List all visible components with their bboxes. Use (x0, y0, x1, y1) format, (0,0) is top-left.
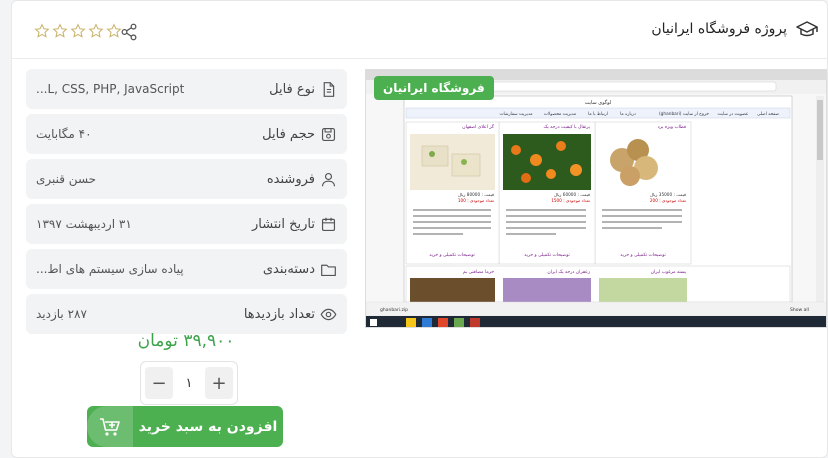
detail-value: ...L, CSS, PHP, JavaScript (36, 82, 185, 96)
detail-row-file-size: حجم فایل ۴۰ مگابایت (26, 114, 347, 154)
detail-row-seller: فروشنده حسن قنبری (26, 159, 347, 199)
svg-text:مدیریت محصولات: مدیریت محصولات (544, 112, 576, 117)
svg-text:ارتباط با ما: ارتباط با ما (588, 112, 608, 117)
user-icon (321, 172, 336, 186)
svg-text:ghanbari.zip: ghanbari.zip (380, 307, 408, 313)
star-icon[interactable] (34, 23, 50, 39)
page-title: پروژه فروشگاه ایرانیان (651, 21, 787, 37)
detail-label: دسته‌بندی (262, 261, 315, 277)
preview-product-2: پرتقال با کیفیت درجه یک قیمت : 60000 ریا… (498, 121, 596, 265)
cart-plus-icon (87, 406, 133, 447)
svg-text:توضیحات تکمیلی و خرید: توضیحات تکمیلی و خرید (429, 252, 475, 258)
detail-row-file-type: نوع فایل ...L, CSS, PHP, JavaScript (26, 69, 347, 109)
increase-quantity-button[interactable]: + (204, 367, 233, 399)
share-icon[interactable] (120, 23, 138, 41)
svg-text:درباره ما: درباره ما (620, 112, 636, 117)
svg-text:خروج از سایت (ghanbari): خروج از سایت (ghanbari) (659, 111, 709, 117)
svg-text:پسته مرغوب ایران: پسته مرغوب ایران (651, 270, 687, 275)
detail-label: نوع فایل (269, 81, 315, 97)
svg-text:قیمت : 60000 ریال: قیمت : 60000 ریال (554, 192, 590, 197)
detail-value: ۲۸۷ بازدید (36, 307, 87, 321)
svg-text:قیمت : 80000 ریال: قیمت : 80000 ریال (458, 192, 494, 197)
detail-row-publish-date: تاریخ انتشار ۳۱ اردیبهشت ۱۳۹۷ (26, 204, 347, 244)
folder-icon (321, 264, 336, 276)
svg-text:صفحه اصلی: صفحه اصلی (757, 112, 779, 117)
svg-text:گز اعلای اصفهان: گز اعلای اصفهان (462, 123, 495, 130)
svg-text:زعفران درجه یک ایران: زعفران درجه یک ایران (547, 269, 590, 275)
product-card: پروژه فروشگاه ایرانیان نوع فایل ...L, CS… (11, 0, 828, 458)
add-to-cart-button[interactable]: افزودن به سبد خرید (87, 406, 283, 447)
detail-value: ۴۰ مگابایت (36, 127, 92, 141)
preview-site-title: لوگوی سایت (585, 99, 612, 106)
calendar-icon (321, 217, 336, 231)
svg-text:Show all: Show all (790, 307, 809, 313)
svg-text:مدیریت سفارشات: مدیریت سفارشات (499, 112, 532, 117)
detail-row-category[interactable]: دسته‌بندی پیاده سازی سیستم های اط... (26, 249, 347, 289)
detail-label: تعداد بازدیدها (243, 306, 315, 322)
preview-screenshot: لوگوی سایت صفحه اصلی عضویت در سایت خروج … (366, 70, 826, 327)
detail-label: تاریخ انتشار (252, 216, 315, 232)
quantity-value[interactable]: ۱ (186, 376, 193, 391)
preview-badge: فروشگاه ایرانیان (374, 76, 494, 100)
svg-text:عضویت در سایت: عضویت در سایت (718, 112, 749, 117)
svg-text:پرتقال با کیفیت درجه یک: پرتقال با کیفیت درجه یک (544, 124, 591, 130)
product-preview-image[interactable]: لوگوی سایت صفحه اصلی عضویت در سایت خروج … (365, 69, 827, 328)
graduation-cap-icon (796, 21, 818, 37)
product-price: ۳۹,۹۰۰ تومان (137, 331, 235, 351)
quantity-stepper[interactable]: − ۱ + (140, 361, 238, 405)
detail-label: حجم فایل (262, 126, 315, 142)
svg-text:تعداد موجودی : 100: تعداد موجودی : 100 (458, 198, 495, 203)
eye-icon (320, 308, 337, 320)
rating-stars[interactable] (34, 23, 122, 39)
svg-text:تعداد موجودی : 200: تعداد موجودی : 200 (650, 198, 687, 203)
detail-value: حسن قنبری (36, 172, 97, 186)
title-wrap: پروژه فروشگاه ایرانیان (651, 19, 819, 39)
svg-text:قیمت : 35000 ریال: قیمت : 35000 ریال (650, 192, 686, 197)
star-icon[interactable] (52, 23, 68, 39)
detail-label: فروشنده (266, 171, 315, 187)
svg-text:خرما مضافتی بم: خرما مضافتی بم (463, 270, 494, 275)
add-to-cart-label: افزودن به سبد خرید (138, 418, 278, 435)
detail-value: ۳۱ اردیبهشت ۱۳۹۷ (36, 217, 132, 231)
preview-product-3: گز اعلای اصفهان قیمت : 80000 ریال تعداد … (405, 121, 500, 265)
star-icon[interactable] (88, 23, 104, 39)
decrease-quantity-button[interactable]: − (145, 367, 173, 399)
preview-product-1: قطاب ویژه یزد قیمت : 35000 ریال تعداد مو… (594, 121, 692, 265)
star-icon[interactable] (70, 23, 86, 39)
disk-icon (321, 127, 336, 141)
category-link[interactable]: پیاده سازی سیستم های اط... (36, 262, 184, 276)
svg-text:تعداد موجودی : 1500: تعداد موجودی : 1500 (551, 198, 591, 203)
product-header: پروژه فروشگاه ایرانیان (12, 1, 828, 59)
svg-text:قطاب ویژه یزد: قطاب ویژه یزد (658, 125, 686, 130)
svg-text:توضیحات تکمیلی و خرید: توضیحات تکمیلی و خرید (524, 252, 570, 258)
details-list: نوع فایل ...L, CSS, PHP, JavaScript حجم … (26, 69, 347, 339)
file-icon (323, 81, 335, 97)
svg-text:توضیحات تکمیلی و خرید: توضیحات تکمیلی و خرید (620, 252, 666, 258)
detail-row-views: تعداد بازدیدها ۲۸۷ بازدید (26, 294, 347, 334)
